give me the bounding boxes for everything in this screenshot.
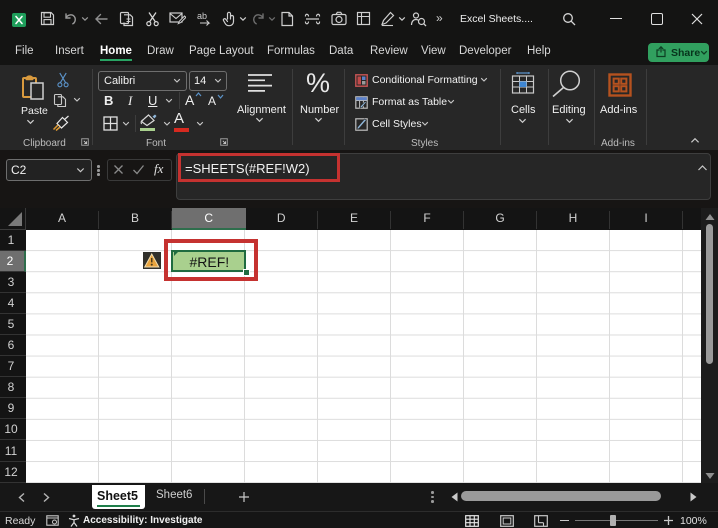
svg-text:ab: ab	[197, 11, 207, 21]
